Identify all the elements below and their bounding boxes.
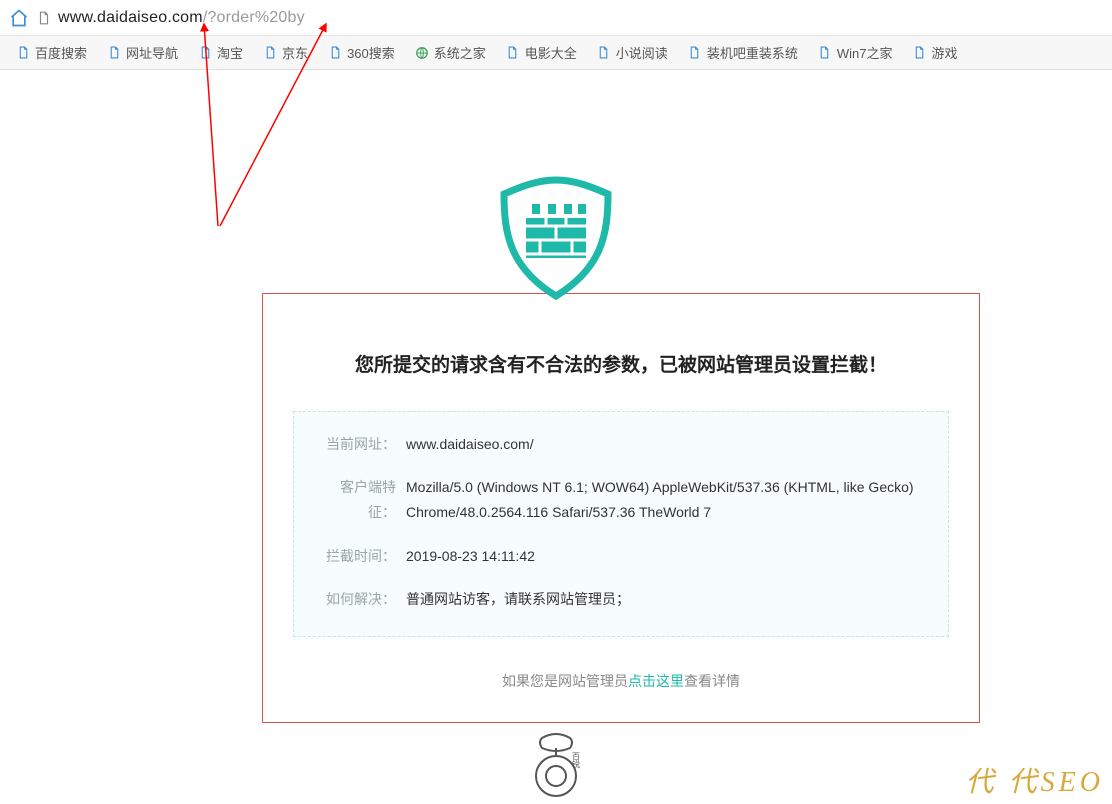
url-input[interactable]: www.daidaiseo.com/?order%20by [58,9,1104,27]
footer-suffix: 查看详情 [684,673,740,689]
block-details: 当前网址： www.daidaiseo.com/ 客户端特征： Mozilla/… [293,411,949,637]
svg-text:百锐: 百锐 [572,752,581,769]
file-icon [107,46,121,60]
bookmark-label: 360搜索 [347,43,395,62]
bookmark-item[interactable]: 淘宝 [190,39,251,66]
block-heading: 您所提交的请求含有不合法的参数，已被网站管理员设置拦截！ [293,350,949,377]
file-icon [16,46,30,60]
label-solution: 如何解决： [316,587,406,612]
globe-icon [415,46,429,60]
file-icon [328,46,342,60]
url-host: www.daidaiseo.com [58,9,203,26]
label-user-agent: 客户端特征： [316,475,406,525]
footer-decoration: 百锐 [0,732,1112,802]
bookmark-label: Win7之家 [837,43,893,62]
value-user-agent: Mozilla/5.0 (Windows NT 6.1; WOW64) Appl… [406,475,926,525]
bookmark-item[interactable]: 系统之家 [407,39,494,66]
bookmark-item[interactable]: Win7之家 [810,39,901,66]
value-current-url: www.daidaiseo.com/ [406,432,926,457]
value-blocked-at: 2019-08-23 14:11:42 [406,544,926,569]
file-icon [597,46,611,60]
file-icon [198,46,212,60]
file-icon [688,46,702,60]
bookmark-item[interactable]: 电影大全 [498,39,585,66]
bookmark-item[interactable]: 京东 [255,39,316,66]
bookmark-item[interactable]: 360搜索 [320,39,403,66]
bookmark-label: 装机吧重装系统 [707,43,798,62]
bookmark-item[interactable]: 游戏 [904,39,965,66]
bookmark-item[interactable]: 百度搜索 [8,39,95,66]
row-blocked-at: 拦截时间： 2019-08-23 14:11:42 [316,544,926,569]
label-current-url: 当前网址： [316,432,406,457]
page-file-icon [36,10,52,26]
row-current-url: 当前网址： www.daidaiseo.com/ [316,432,926,457]
file-icon [506,46,520,60]
label-blocked-at: 拦截时间： [316,544,406,569]
file-icon [818,46,832,60]
row-user-agent: 客户端特征： Mozilla/5.0 (Windows NT 6.1; WOW6… [316,475,926,525]
home-icon[interactable] [8,7,30,29]
url-query: /?order%20by [203,9,305,26]
bookmark-label: 系统之家 [434,43,486,62]
file-icon [263,46,277,60]
bookmark-label: 京东 [282,43,308,62]
block-footer: 如果您是网站管理员点击这里查看详情 [293,671,949,691]
bookmark-label: 小说阅读 [616,43,668,62]
bookmark-item[interactable]: 小说阅读 [589,39,676,66]
block-panel: 您所提交的请求含有不合法的参数，已被网站管理员设置拦截！ 当前网址： www.d… [262,293,980,723]
bookmarks-bar: 百度搜索 网址导航 淘宝 京东 360搜索 系统之家 电影大全 小说阅读 装机吧重装系统 Win7… [0,36,1112,70]
address-bar: www.daidaiseo.com/?order%20by [0,0,1112,36]
value-solution: 普通网站访客，请联系网站管理员； [406,587,926,612]
row-solution: 如何解决： 普通网站访客，请联系网站管理员； [316,587,926,612]
bookmark-label: 网址导航 [126,43,178,62]
bookmark-item[interactable]: 网址导航 [99,39,186,66]
bookmark-label: 百度搜索 [35,43,87,62]
admin-link[interactable]: 点击这里 [628,673,684,689]
bookmark-label: 淘宝 [217,43,243,62]
watermark: 代 代SEO [966,760,1104,800]
bookmark-item[interactable]: 装机吧重装系统 [680,39,806,66]
bookmark-label: 游戏 [931,43,957,62]
footer-prefix: 如果您是网站管理员 [502,673,628,689]
shield-icon [0,174,1112,302]
file-icon [912,46,926,60]
bookmark-label: 电影大全 [525,43,577,62]
